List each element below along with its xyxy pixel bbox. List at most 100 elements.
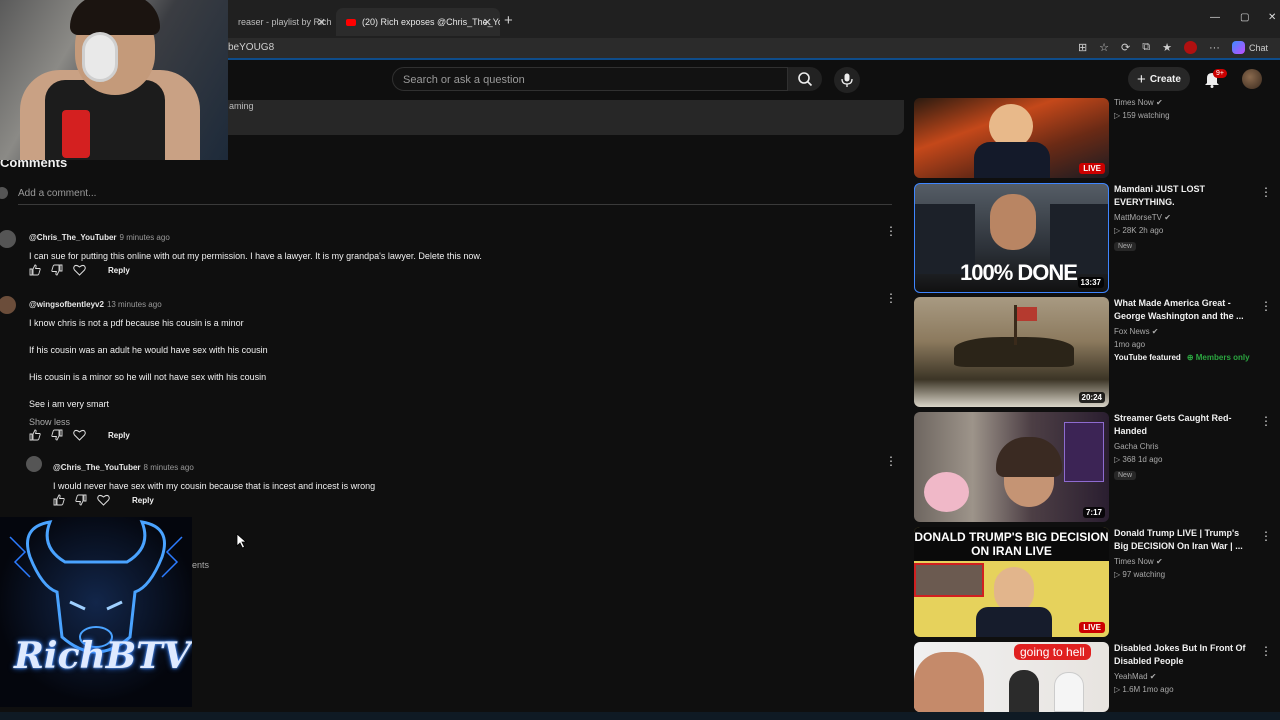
headphones-icon — [82, 32, 118, 82]
commenter-avatar[interactable] — [0, 296, 16, 314]
thumbnail-caption: going to hell — [1014, 644, 1091, 660]
reply-button[interactable]: Reply — [132, 496, 154, 505]
grid-icon[interactable]: ⊞ — [1078, 41, 1087, 54]
thumbnail-person — [1009, 670, 1039, 712]
new-tab-icon[interactable]: + — [504, 12, 513, 29]
commenter-avatar[interactable] — [26, 456, 42, 472]
comment-time[interactable]: 13 minutes ago — [107, 300, 162, 309]
video-meta: Donald Trump LIVE | Trump's Big DECISION… — [1114, 527, 1248, 579]
thumbnail-caption: DONALD TRUMP'S BIG DECISION ON IRAN LIVE — [914, 527, 1109, 561]
video-thumbnail[interactable]: DONALD TRUMP'S BIG DECISION ON IRAN LIVE… — [914, 527, 1109, 637]
tab-video[interactable]: (20) Rich exposes @Chris_The_You ✕ — [336, 8, 500, 36]
comment-time[interactable]: 8 minutes ago — [144, 463, 194, 472]
recommendation-item[interactable]: DONALD TRUMP'S BIG DECISION ON IRAN LIVE… — [914, 527, 1272, 637]
comment: @wingsofbentleyv2 13 minutes ago I know c… — [29, 294, 268, 427]
comment-input-underline — [18, 204, 892, 205]
more-icon[interactable]: ··· — [1209, 42, 1220, 54]
views-icon: ▷ — [1114, 455, 1121, 464]
video-thumbnail[interactable]: 20:24 — [914, 297, 1109, 407]
video-title[interactable]: Streamer Gets Caught Red-Handed — [1114, 412, 1248, 438]
channel-name[interactable]: YeahMad ✔ — [1114, 672, 1248, 681]
comment-menu-icon[interactable]: ⋮ — [885, 224, 897, 238]
favorites-icon[interactable]: ★ — [1162, 41, 1172, 54]
chat-button[interactable]: Chat — [1231, 41, 1268, 54]
channel-name[interactable]: Times Now ✔ — [1114, 98, 1248, 107]
video-meta: Disabled Jokes But In Front Of Disabled … — [1114, 642, 1248, 694]
maximize-icon[interactable]: ▢ — [1240, 12, 1249, 23]
thumbnail-suit — [976, 607, 1052, 637]
channel-name[interactable]: Times Now ✔ — [1114, 557, 1248, 566]
microphone-icon — [841, 73, 853, 87]
youtube-favicon-icon — [346, 18, 356, 26]
comment-menu-icon[interactable]: ⋮ — [885, 291, 897, 305]
video-menu-icon[interactable]: ⋮ — [1260, 185, 1272, 199]
search-button[interactable] — [788, 67, 822, 91]
comment-author[interactable]: @Chris_The_YouTuber — [53, 463, 141, 472]
video-duration: 7:17 — [1082, 507, 1105, 518]
comment-actions: Reply — [53, 494, 154, 506]
channel-name[interactable]: Fox News ✔ — [1114, 327, 1248, 336]
add-comment-input[interactable]: Add a comment... — [18, 188, 96, 199]
verified-icon: ✔ — [1149, 672, 1157, 681]
video-thumbnail[interactable]: 7:17 — [914, 412, 1109, 522]
channel-name[interactable]: Gacha Chris — [1114, 442, 1248, 451]
comment-text: I know chris is not a pdf because his co… — [29, 318, 244, 328]
reply-button[interactable]: Reply — [108, 431, 130, 440]
minimize-icon[interactable]: — — [1210, 12, 1220, 23]
thumbnail-caption: 100% DONE — [960, 260, 1078, 285]
comment-author[interactable]: @Chris_The_YouTuber — [29, 233, 117, 242]
profile-record-icon[interactable] — [1183, 41, 1197, 54]
video-menu-icon[interactable]: ⋮ — [1260, 299, 1272, 313]
video-menu-icon[interactable]: ⋮ — [1260, 414, 1272, 428]
video-thumbnail[interactable]: LIVE — [914, 98, 1109, 178]
voice-search-button[interactable] — [834, 67, 860, 93]
split-icon[interactable]: ⧉ — [1142, 41, 1150, 54]
recommendation-item[interactable]: 100% DONE 13:37 Mamdani JUST LOST EVERYT… — [914, 183, 1272, 293]
close-tab-icon[interactable]: ✕ — [483, 16, 492, 29]
video-duration: 13:37 — [1077, 277, 1104, 288]
comment-text: His cousin is a minor so he will not hav… — [29, 372, 267, 382]
close-tab-icon[interactable]: ✕ — [317, 16, 326, 29]
comment-author[interactable]: @wingsofbentleyv2 — [29, 300, 104, 309]
chat-label: Chat — [1248, 42, 1268, 53]
close-window-icon[interactable]: ✕ — [1268, 12, 1276, 23]
heart-icon — [73, 429, 86, 441]
drink-can — [62, 110, 90, 158]
recommendation-item[interactable]: going to hell Disabled Jokes But In Fron… — [914, 642, 1272, 712]
thumbnail-flag — [1017, 307, 1037, 321]
show-less-link[interactable]: Show less — [29, 417, 268, 427]
comment: @Chris_The_YouTuber 9 minutes ago I can s… — [29, 227, 482, 261]
comment-text: I can sue for putting this online with o… — [29, 251, 482, 261]
reply-button[interactable]: Reply — [108, 266, 130, 275]
thumbnail-face — [914, 652, 984, 712]
url-text[interactable]: beYOUG8 — [228, 42, 274, 53]
star-icon[interactable]: ☆ — [1099, 41, 1109, 54]
video-title[interactable]: Donald Trump LIVE | Trump's Big DECISION… — [1114, 527, 1248, 553]
comment-time[interactable]: 9 minutes ago — [120, 233, 170, 242]
video-menu-icon[interactable]: ⋮ — [1260, 529, 1272, 543]
verified-icon: ✔ — [1164, 213, 1171, 222]
video-title[interactable]: Disabled Jokes But In Front Of Disabled … — [1114, 642, 1248, 668]
extensions-icon[interactable]: ⟳ — [1121, 41, 1130, 54]
comment-menu-icon[interactable]: ⋮ — [885, 454, 897, 468]
video-thumbnail[interactable]: 100% DONE 13:37 — [914, 183, 1109, 293]
video-title[interactable]: Mamdani JUST LOST EVERYTHING. — [1114, 183, 1248, 209]
search-input[interactable]: Search or ask a question — [392, 67, 788, 91]
new-tag: New — [1114, 242, 1137, 251]
like-icon — [53, 494, 65, 506]
copilot-icon — [1231, 41, 1245, 54]
bull-icon — [9, 520, 183, 654]
account-avatar[interactable] — [1242, 69, 1262, 89]
thumbnail-inset — [914, 563, 984, 597]
create-button[interactable]: + Create — [1128, 67, 1190, 91]
video-thumbnail[interactable]: going to hell — [914, 642, 1109, 712]
recommendation-item[interactable]: 20:24 What Made America Great - George W… — [914, 297, 1272, 407]
comment-text: See i am very smart — [29, 399, 110, 409]
channel-name[interactable]: MattMorseTV ✔ — [1114, 213, 1248, 222]
commenter-avatar[interactable] — [0, 230, 16, 248]
video-menu-icon[interactable]: ⋮ — [1260, 644, 1272, 658]
recommendation-item[interactable]: LIVE Times Now ✔ ▷ 159 watching — [914, 98, 1270, 178]
tab-playlist[interactable]: reaser - playlist by Rich ✕ — [228, 8, 334, 36]
video-title[interactable]: What Made America Great - George Washing… — [1114, 297, 1248, 323]
recommendation-item[interactable]: 7:17 Streamer Gets Caught Red-Handed Gac… — [914, 412, 1272, 522]
